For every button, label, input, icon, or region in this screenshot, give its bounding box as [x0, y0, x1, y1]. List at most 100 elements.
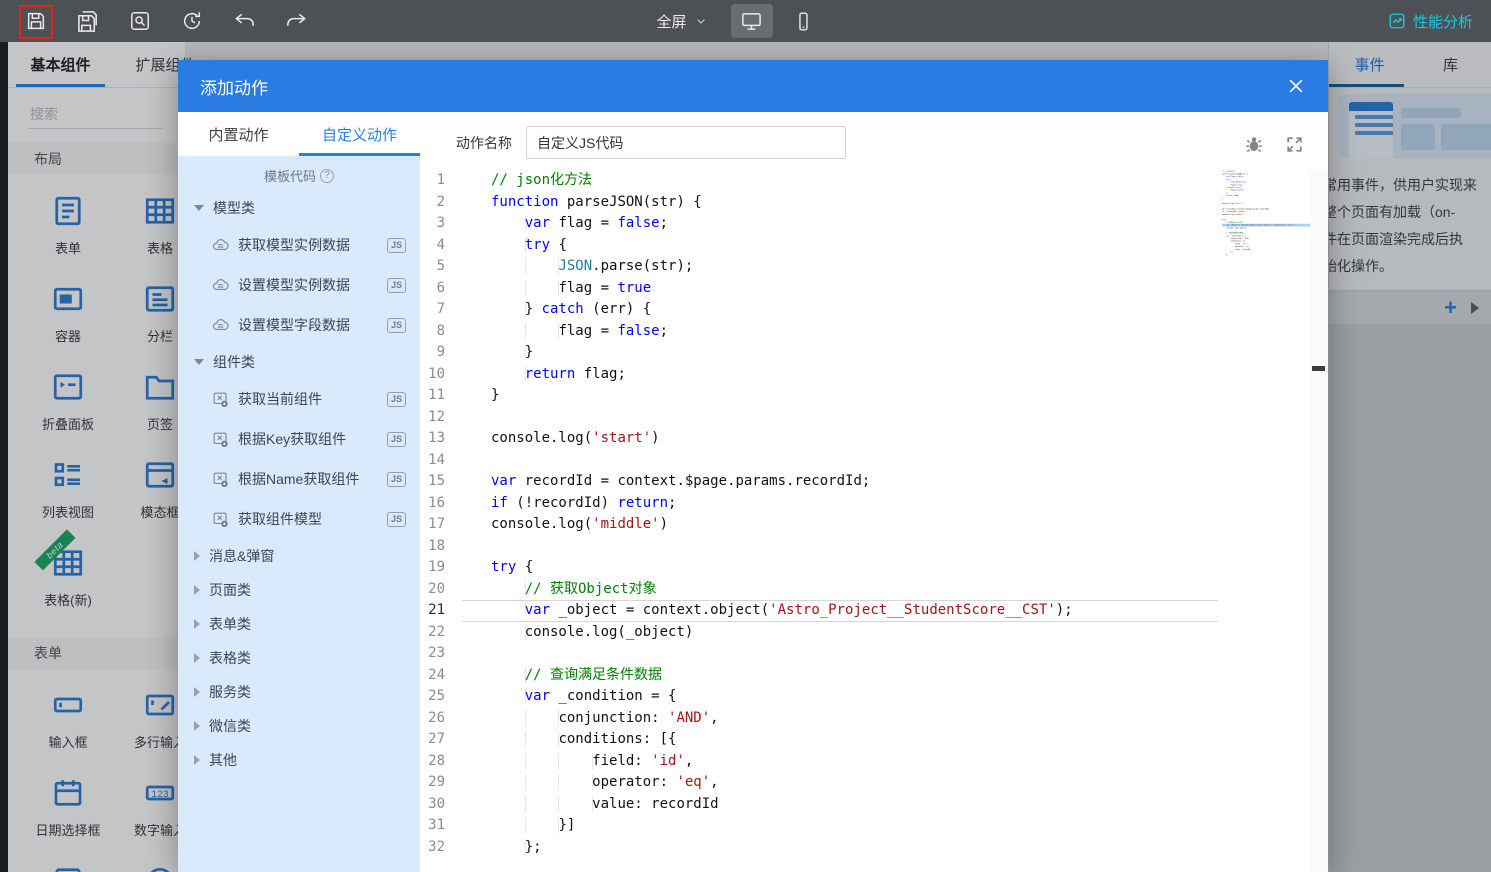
code-line[interactable]: 4 try { — [420, 235, 1310, 257]
tree-group[interactable]: 服务类 — [178, 675, 420, 709]
code-line[interactable]: 3 var flag = false; — [420, 213, 1310, 235]
component-item[interactable]: 日期选择框 — [22, 773, 114, 839]
save-icon[interactable] — [24, 9, 48, 33]
performance-analysis-button[interactable]: 性能分析 — [1388, 11, 1491, 32]
code-line[interactable]: 27 conditions: [{ — [420, 729, 1310, 751]
code-line[interactable]: 24 // 查询满足条件数据 — [420, 665, 1310, 687]
redo-icon[interactable] — [284, 9, 308, 33]
code-line[interactable]: 1 // json化方法 — [420, 170, 1310, 192]
component-item[interactable]: 折叠面板 — [22, 367, 114, 433]
component-item[interactable]: 输入框 — [22, 685, 114, 751]
code-line[interactable]: 2 function parseJSON(str) { — [420, 192, 1310, 214]
code-line[interactable]: 31 }] — [420, 815, 1310, 837]
checkbox-icon — [48, 861, 88, 872]
code-line[interactable]: 26 conjunction: 'AND', — [420, 708, 1310, 730]
code-line[interactable]: 23 — [420, 643, 1310, 665]
code-line[interactable]: 21 var _object = context.object('Astro_P… — [420, 600, 1310, 622]
code-line[interactable]: 28 field: 'id', — [420, 751, 1310, 773]
scrollbar-cursor-marker[interactable] — [1312, 366, 1325, 371]
sidebar-tabs: 基本组件 扩展组件 — [8, 42, 196, 88]
help-icon[interactable]: ? — [320, 168, 334, 183]
component-item[interactable]: 容器 — [22, 279, 114, 345]
code-line[interactable]: 13 console.log('start') — [420, 428, 1310, 450]
expand-fullscreen-icon[interactable] — [1282, 132, 1306, 156]
js-code-badge[interactable]: JS — [386, 277, 406, 293]
debug-bug-icon[interactable] — [1242, 132, 1266, 156]
code-line[interactable]: 7 } catch (err) { — [420, 299, 1310, 321]
collapse-panel-arrow-icon[interactable] — [1471, 301, 1479, 314]
tab-library[interactable]: 库 — [1410, 42, 1491, 87]
js-code-badge[interactable]: JS — [386, 511, 406, 527]
code-line[interactable]: 22 console.log(_object) — [420, 622, 1310, 644]
preview-search-icon[interactable] — [128, 9, 152, 33]
js-code-badge[interactable]: JS — [386, 471, 406, 487]
tree-group[interactable]: 组件类 — [178, 345, 420, 379]
add-event-button[interactable]: + — [1444, 296, 1457, 319]
component-item[interactable]: 表单 — [22, 191, 114, 257]
code-line[interactable]: 11} — [420, 385, 1310, 407]
tree-group[interactable]: 微信类 — [178, 709, 420, 743]
js-code-badge[interactable]: JS — [386, 317, 406, 333]
tree-group[interactable]: 页面类 — [178, 573, 420, 607]
fullscreen-dropdown[interactable]: 全屏 — [656, 11, 706, 32]
editor-scrollbar[interactable] — [1310, 170, 1328, 872]
tree-item[interactable]: 根据Name获取组件 JS — [178, 459, 420, 499]
tree-item[interactable]: 设置模型字段数据 JS — [178, 305, 420, 345]
line-number: 25 — [428, 688, 445, 704]
js-code-badge[interactable]: JS — [386, 237, 406, 253]
tab-builtin-actions[interactable]: 内置动作 — [178, 112, 299, 156]
save-all-icon[interactable] — [76, 9, 100, 33]
tree-group[interactable]: 表单类 — [178, 607, 420, 641]
code-line[interactable]: 6 flag = true — [420, 278, 1310, 300]
code-line[interactable]: 30 value: recordId — [420, 794, 1310, 816]
js-code-badge[interactable]: JS — [386, 391, 406, 407]
code-text: console.log('start') — [491, 430, 660, 446]
table-new-icon: beta — [34, 529, 88, 583]
desktop-view-button[interactable] — [730, 4, 773, 38]
search-input[interactable] — [28, 100, 163, 129]
code-line[interactable]: 19 try { — [420, 557, 1310, 579]
tree-group[interactable]: 模型类 — [178, 191, 420, 225]
tree-item[interactable]: 获取组件模型 JS — [178, 499, 420, 539]
code-line[interactable]: 16 if (!recordId) return; — [420, 493, 1310, 515]
tree-group[interactable]: 消息&弹窗 — [178, 539, 420, 573]
component-item[interactable]: 列表视图 — [22, 455, 114, 521]
js-code-badge[interactable]: JS — [386, 431, 406, 447]
tree-item[interactable]: 获取模型实例数据 JS — [178, 225, 420, 265]
editor-minimap[interactable]: // json化方法 function parseJSON(str) { var … — [1222, 170, 1310, 286]
tree-item[interactable]: 获取当前组件 JS — [178, 379, 420, 419]
tree-group-label: 微信类 — [209, 718, 251, 734]
code-line[interactable]: 15 var recordId = context.$page.params.re… — [420, 471, 1310, 493]
code-line[interactable]: 32 }; — [420, 837, 1310, 859]
code-line[interactable]: 14 — [420, 450, 1310, 472]
code-line[interactable]: 5 JSON.parse(str); — [420, 256, 1310, 278]
code-line[interactable]: 29 operator: 'eq', — [420, 772, 1310, 794]
mobile-view-button[interactable] — [782, 4, 824, 38]
code-line[interactable]: 8 flag = false; — [420, 321, 1310, 343]
code-line[interactable]: 10 return flag; — [420, 364, 1310, 386]
collapse-panel-icon — [48, 367, 88, 407]
code-line[interactable]: 18 — [420, 536, 1310, 558]
code-line[interactable]: 17 console.log('middle') — [420, 514, 1310, 536]
code-line[interactable]: 20 // 获取Object对象 — [420, 579, 1310, 601]
tree-item[interactable]: 设置模型实例数据 JS — [178, 265, 420, 305]
code-line[interactable]: 12 — [420, 407, 1310, 429]
component-item[interactable]: 复选按钮 — [22, 861, 114, 872]
tree-group[interactable]: 其他 — [178, 743, 420, 777]
tab-events[interactable]: 事件 — [1329, 42, 1410, 87]
tab-basic-components[interactable]: 基本组件 — [8, 42, 113, 87]
tree-item[interactable]: 根据Key获取组件 JS — [178, 419, 420, 459]
tab-custom-actions[interactable]: 自定义动作 — [299, 112, 420, 156]
undo-icon[interactable] — [232, 9, 256, 33]
line-number: 12 — [428, 408, 445, 425]
code-line[interactable]: 25 var _condition = { — [420, 686, 1310, 708]
code-editor[interactable]: 1 // json化方法 2 function parseJSON(str) {3 v… — [420, 170, 1310, 872]
tree-group[interactable]: 表格类 — [178, 641, 420, 675]
code-line[interactable]: 9 } — [420, 342, 1310, 364]
component-item[interactable]: beta 表格(新) — [22, 529, 114, 609]
close-icon[interactable] — [1286, 76, 1306, 96]
radio-icon — [140, 861, 180, 872]
history-icon[interactable] — [180, 9, 204, 33]
action-name-input[interactable] — [526, 126, 846, 159]
line-number: 27 — [428, 731, 445, 747]
